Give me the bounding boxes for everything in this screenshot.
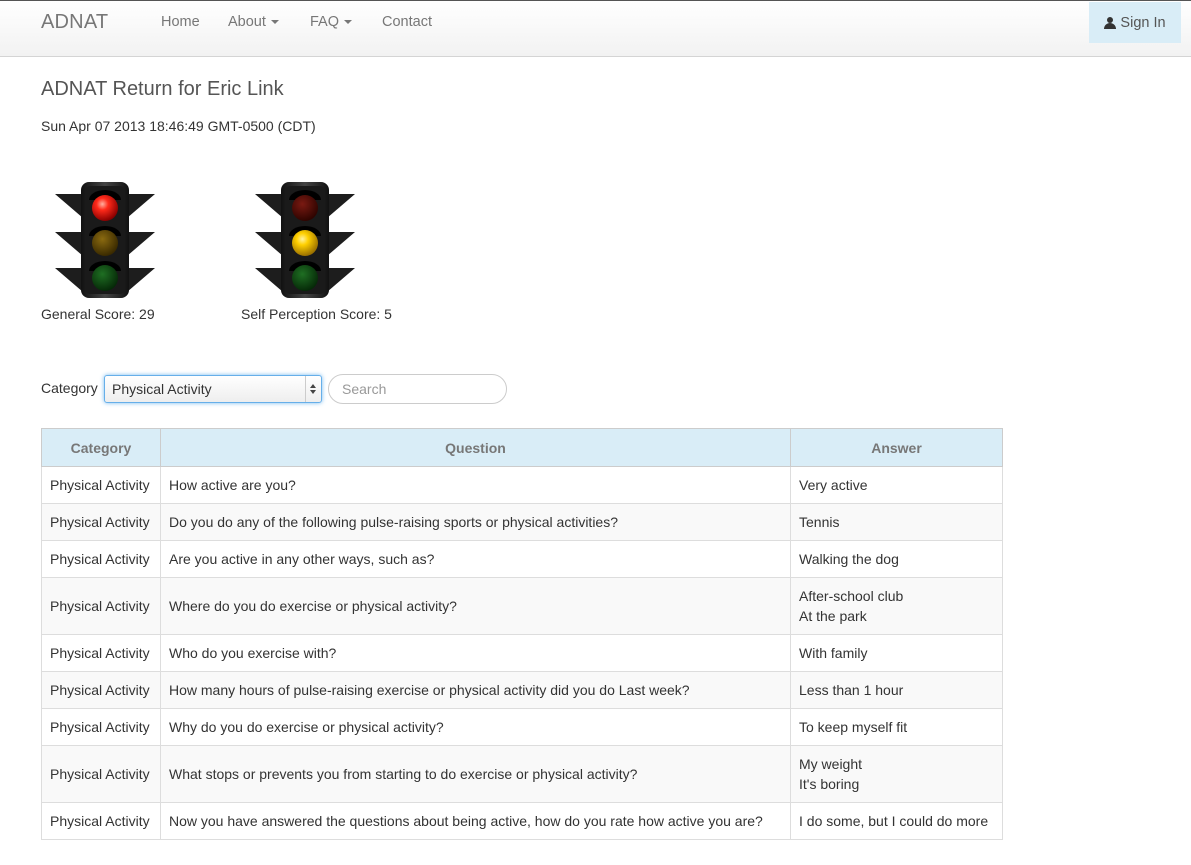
cell-question: Now you have answered the questions abou…	[160, 802, 791, 840]
general-score-label: General Score: 29	[41, 306, 155, 322]
cell-answer: Very active	[790, 466, 1003, 504]
table-row: Physical Activity Where do you do exerci…	[41, 577, 1003, 635]
traffic-light-icon	[55, 182, 155, 298]
cell-question: What stops or prevents you from starting…	[160, 745, 791, 803]
cell-question: Are you active in any other ways, such a…	[160, 540, 791, 578]
category-select-value: Physical Activity	[112, 381, 212, 397]
cell-category: Physical Activity	[41, 745, 161, 803]
nav-about[interactable]: About	[228, 14, 279, 30]
brand-logo[interactable]: ADNAT	[41, 11, 108, 34]
table-row: Physical Activity What stops or prevents…	[41, 745, 1003, 803]
cell-answer: My weight It's boring	[790, 745, 1003, 803]
table-row: Physical Activity Why do you do exercise…	[41, 708, 1003, 746]
cell-answer: To keep myself fit	[790, 708, 1003, 746]
table-row: Physical Activity Now you have answered …	[41, 802, 1003, 840]
search-input[interactable]	[328, 374, 507, 404]
navbar: ADNAT Home About FAQ Contact Sign In	[0, 0, 1191, 57]
column-header-category[interactable]: Category	[41, 428, 161, 467]
caret-down-icon	[344, 20, 353, 25]
answer-line: My weight	[799, 756, 863, 772]
cell-question: Who do you exercise with?	[160, 634, 791, 672]
cell-question: Do you do any of the following pulse-rai…	[160, 503, 791, 541]
nav-about-label: About	[228, 14, 266, 30]
self-perception-score-label: Self Perception Score: 5	[241, 306, 392, 322]
cell-category: Physical Activity	[41, 671, 161, 709]
cell-category: Physical Activity	[41, 802, 161, 840]
cell-category: Physical Activity	[41, 540, 161, 578]
table-row: Physical Activity Are you active in any …	[41, 540, 1003, 578]
report-timestamp: Sun Apr 07 2013 18:46:49 GMT-0500 (CDT)	[41, 118, 316, 134]
cell-answer: I do some, but I could do more	[790, 802, 1003, 840]
cell-answer: Tennis	[790, 503, 1003, 541]
cell-category: Physical Activity	[41, 634, 161, 672]
cell-question: How active are you?	[160, 466, 791, 504]
cell-answer: With family	[790, 634, 1003, 672]
cell-category: Physical Activity	[41, 708, 161, 746]
cell-answer: Walking the dog	[790, 540, 1003, 578]
nav-home[interactable]: Home	[161, 14, 200, 30]
answer-line: It's boring	[799, 776, 860, 792]
nav-contact-label: Contact	[382, 14, 432, 30]
category-filter-label: Category	[41, 380, 98, 396]
general-score-light	[55, 180, 155, 300]
cell-question: How many hours of pulse-raising exercise…	[160, 671, 791, 709]
results-table: Category Question Answer Physical Activi…	[41, 428, 1003, 840]
cell-category: Physical Activity	[41, 503, 161, 541]
answer-line: At the park	[799, 608, 867, 624]
answer-line: After-school club	[799, 588, 904, 604]
select-arrows-icon	[305, 376, 321, 402]
cell-question: Why do you do exercise or physical activ…	[160, 708, 791, 746]
table-row: Physical Activity How active are you? Ve…	[41, 466, 1003, 504]
traffic-light-icon	[255, 182, 355, 298]
cell-answer: After-school club At the park	[790, 577, 1003, 635]
user-icon	[1104, 16, 1117, 29]
cell-question: Where do you do exercise or physical act…	[160, 577, 791, 635]
table-row: Physical Activity Who do you exercise wi…	[41, 634, 1003, 672]
sign-in-label: Sign In	[1120, 14, 1166, 31]
column-header-answer[interactable]: Answer	[790, 428, 1003, 467]
table-row: Physical Activity Do you do any of the f…	[41, 503, 1003, 541]
column-header-question[interactable]: Question	[160, 428, 791, 467]
sign-in-button[interactable]: Sign In	[1089, 2, 1181, 43]
cell-answer: Less than 1 hour	[790, 671, 1003, 709]
nav-faq-label: FAQ	[310, 14, 340, 30]
cell-category: Physical Activity	[41, 466, 161, 504]
cell-category: Physical Activity	[41, 577, 161, 635]
nav-home-label: Home	[161, 14, 200, 30]
category-select[interactable]: Physical Activity	[104, 375, 322, 403]
nav-contact[interactable]: Contact	[382, 14, 432, 30]
table-row: Physical Activity How many hours of puls…	[41, 671, 1003, 709]
page-title: ADNAT Return for Eric Link	[41, 78, 284, 100]
nav-faq[interactable]: FAQ	[310, 14, 353, 30]
self-perception-score-light	[255, 180, 355, 300]
caret-down-icon	[270, 20, 279, 25]
table-header-row: Category Question Answer	[41, 428, 1003, 467]
